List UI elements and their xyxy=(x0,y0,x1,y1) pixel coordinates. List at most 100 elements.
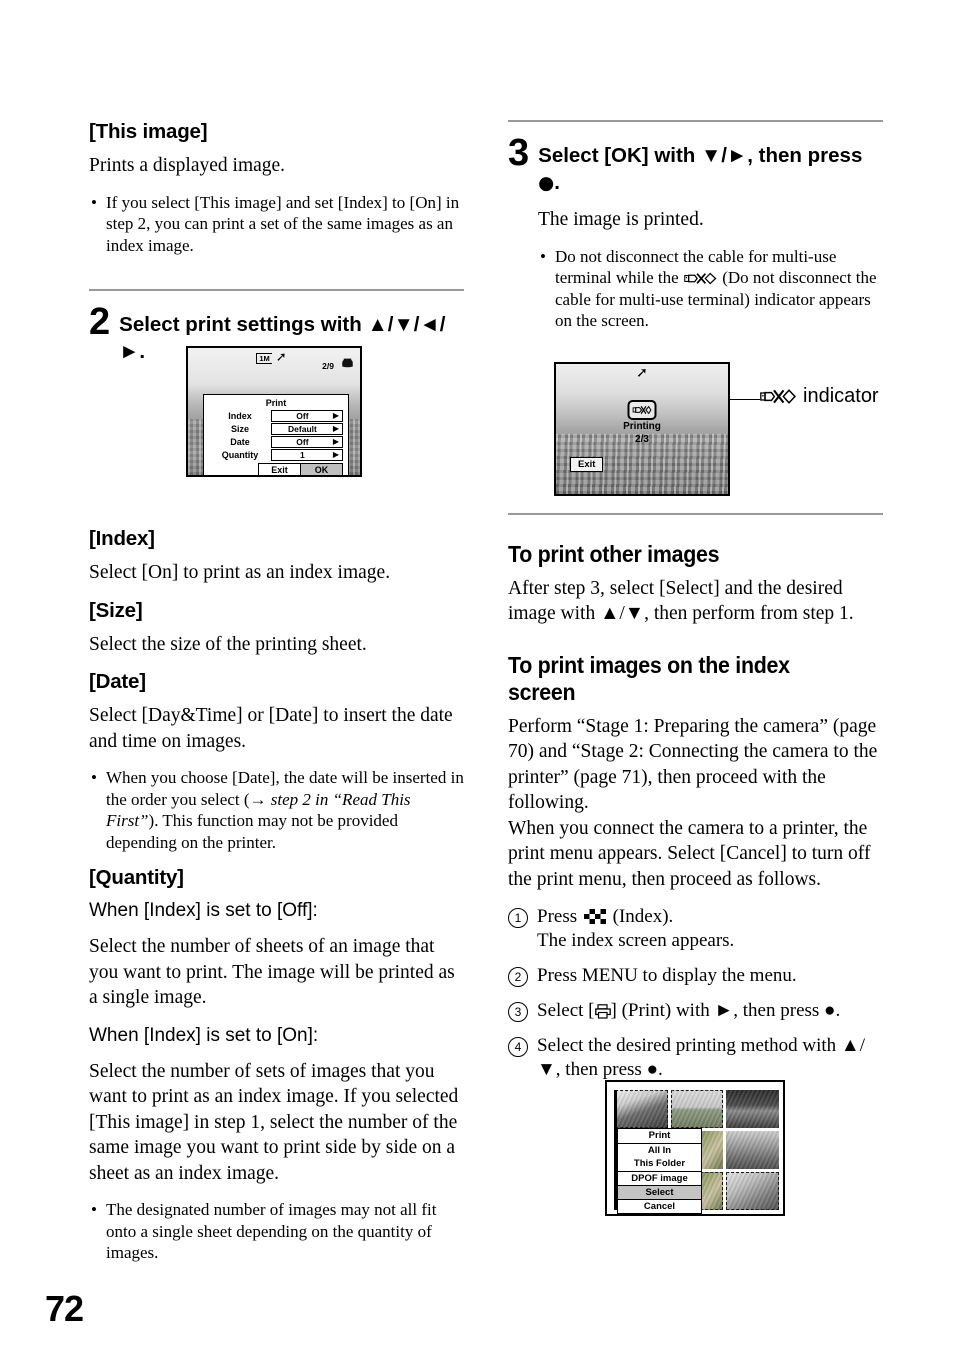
step-number-4: 4 xyxy=(508,1037,528,1057)
section-divider xyxy=(89,289,464,291)
callout-leader-line xyxy=(730,399,760,400)
menu-item-cancel[interactable]: Cancel xyxy=(618,1200,701,1213)
step-4-content: Select the desired printing method with … xyxy=(537,1035,866,1080)
camera-lcd-background: 1M ➚ 2/9 Print Index Off ▶ Size Default … xyxy=(186,346,362,477)
chevron-right-icon: ▶ xyxy=(332,424,339,433)
menu-item-all-in-this-folder[interactable]: All In This Folder xyxy=(618,1144,701,1172)
step-3-heading: 3 Select [OK] with ▼/►, then press ●. xyxy=(508,132,883,197)
print-row-quantity-label: Quantity xyxy=(221,450,259,460)
date-body: Select [Day&Time] or [Date] to insert th… xyxy=(89,705,453,752)
index-body: Select [On] to print as an index image. xyxy=(89,562,391,583)
step-3-number: 3 xyxy=(508,132,530,174)
section-divider xyxy=(508,120,883,122)
thumbnail[interactable] xyxy=(726,1172,779,1210)
step-number-3: 3 xyxy=(508,1002,528,1022)
this-image-body: Prints a displayed image. xyxy=(89,155,286,176)
list-item: 4 Select the desired printing method wit… xyxy=(508,1034,883,1082)
menu-item-select[interactable]: Select xyxy=(618,1186,701,1200)
exit-button[interactable]: Exit xyxy=(570,457,604,472)
print-index-heading: To print images on the index screen xyxy=(508,651,790,705)
right-column: 3 Select [OK] with ▼/►, then press ●. Th… xyxy=(508,120,883,1093)
printing-label-text: Printing xyxy=(623,421,661,432)
quantity-on-body: Select the number of sets of images that… xyxy=(89,1060,459,1184)
camera-screen-printing: ➚ Printing 2/3 Exit xyxy=(554,362,730,496)
do-not-disconnect-indicator xyxy=(627,400,657,420)
index-heading: [Index] xyxy=(89,527,155,550)
step-number-1: 1 xyxy=(508,908,528,928)
ok-button[interactable]: OK xyxy=(301,463,343,475)
print-row-index: Index Off ▶ xyxy=(209,410,343,422)
step-1-text-after: (Index). xyxy=(607,906,674,927)
printing-counter: 2/3 xyxy=(635,434,649,445)
print-row-date: Date Off ▶ xyxy=(209,436,343,448)
print-dialog-buttons: Exit OK xyxy=(209,463,343,475)
section-divider xyxy=(508,512,883,515)
print-menu-title: Print xyxy=(618,1129,701,1144)
print-row-size-value-box[interactable]: Default ▶ xyxy=(271,423,343,435)
do-not-disconnect-icon xyxy=(684,272,717,285)
camera-screen-print-settings: 1M ➚ 2/9 Print Index Off ▶ Size Default … xyxy=(186,346,362,477)
print-row-date-value: Off xyxy=(296,437,309,447)
print-settings-dialog: Print Index Off ▶ Size Default ▶ Date Of… xyxy=(203,394,349,475)
left-column: [This image] Prints a displayed image. I… xyxy=(89,120,464,1277)
step-1-text-before: Press xyxy=(537,906,582,927)
do-not-disconnect-icon xyxy=(632,405,652,415)
center-button-icon: ● xyxy=(538,173,555,194)
document-page: [This image] Prints a displayed image. I… xyxy=(0,0,954,1357)
step-3-text-part1: Select [OK] with ▼/►, then press xyxy=(538,144,863,167)
camera-shake-icon: ➚ xyxy=(275,350,287,365)
image-size-icon: 1M xyxy=(256,353,272,364)
date-bullet: When you choose [Date], the date will be… xyxy=(89,767,464,853)
print-row-size-label: Size xyxy=(230,424,249,434)
quantity-off-body: Select the number of sheets of an image … xyxy=(89,936,455,1008)
print-dialog-title: Print xyxy=(265,398,287,408)
step-3-bullet: Do not disconnect the cable for multi-us… xyxy=(538,246,883,332)
step-2-number: 2 xyxy=(89,301,111,343)
size-heading: [Size] xyxy=(89,598,143,622)
step-1-content: Press (Index). The index screen appears. xyxy=(537,905,883,953)
camera-lcd-background: ➚ Printing 2/3 Exit xyxy=(554,362,730,496)
print-row-index-value-box[interactable]: Off ▶ xyxy=(271,410,343,422)
do-not-disconnect-icon xyxy=(760,389,796,404)
print-row-quantity: Quantity 1 ▶ xyxy=(209,449,343,461)
print-row-date-value-box[interactable]: Off ▶ xyxy=(271,436,343,448)
print-index-body-1: Perform “Stage 1: Preparing the camera” … xyxy=(508,715,878,814)
printer-icon xyxy=(342,358,353,368)
print-other-body: After step 3, select [Select] and the de… xyxy=(508,577,854,625)
quantity-heading: [Quantity] xyxy=(89,866,184,889)
print-row-index-label: Index xyxy=(228,411,252,421)
camera-shake-icon: ➚ xyxy=(636,365,648,381)
step-2-content: Press MENU to display the menu. xyxy=(537,965,797,986)
list-item: 1 Press (Index). The index screen appears… xyxy=(508,905,883,953)
menu-item-dpof-image[interactable]: DPOF image xyxy=(618,1172,701,1186)
print-menu-overlay: Print All In This Folder DPOF image Sele… xyxy=(617,1128,702,1214)
list-item: 3 Select [ ] (Print) with ►, then press … xyxy=(508,999,883,1023)
print-row-size-value: Default xyxy=(288,424,317,434)
thumbnail[interactable] xyxy=(615,1090,668,1128)
print-row-quantity-value: 1 xyxy=(300,450,305,460)
print-row-quantity-value-box[interactable]: 1 ▶ xyxy=(271,449,343,461)
thumbnail[interactable] xyxy=(726,1131,779,1169)
exit-button[interactable]: Exit xyxy=(258,463,301,475)
chevron-right-icon: ▶ xyxy=(332,411,339,420)
menu-item-label-line2: This Folder xyxy=(633,1157,686,1169)
chevron-right-icon: ▶ xyxy=(332,450,339,459)
indicator-callout-label: indicator xyxy=(803,385,879,407)
thumbnail[interactable] xyxy=(726,1090,779,1128)
chevron-right-icon: ▶ xyxy=(332,437,339,446)
numbered-procedure-list: 1 Press (Index). The index screen appears… xyxy=(508,905,883,1082)
list-item: 2 Press MENU to display the menu. xyxy=(508,964,883,988)
step-1-subtext: The index screen appears. xyxy=(537,930,735,951)
index-icon xyxy=(583,909,606,924)
step-3-body: The image is printed. xyxy=(538,209,704,230)
print-row-index-value: Off xyxy=(296,411,309,421)
menu-item-label-line1: All In xyxy=(647,1145,672,1156)
step-3-content: Select [ ] (Print) with ►, then press ●. xyxy=(537,999,883,1023)
image-counter: 2/9 xyxy=(322,361,334,371)
print-row-size: Size Default ▶ xyxy=(209,423,343,435)
thumbnail[interactable] xyxy=(670,1090,724,1128)
print-other-heading: To print other images xyxy=(508,540,720,567)
printing-status: Printing 2/3 xyxy=(556,420,728,446)
page-number: 72 xyxy=(45,1288,84,1329)
print-icon xyxy=(594,1004,611,1019)
